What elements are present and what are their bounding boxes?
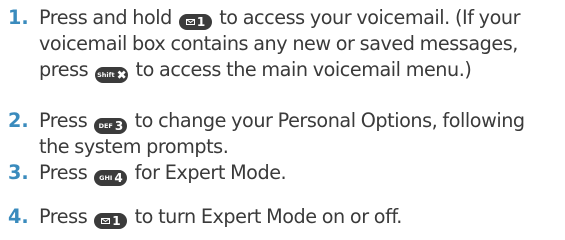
step-line: Press GHI 4 for Expert Mode. xyxy=(39,160,287,187)
key-3-button: DEF 3 xyxy=(94,118,128,135)
key-sub-label: DEF xyxy=(98,122,113,130)
envelope-icon xyxy=(101,218,111,224)
key-sub-label: GHI xyxy=(99,174,113,182)
step-3: 3. Press GHI 4 for Expert Mode. xyxy=(0,160,287,187)
step-number: 4. xyxy=(8,205,29,228)
key-4-button: GHI 4 xyxy=(94,170,128,187)
step-text: Press xyxy=(39,161,88,184)
step-number: 2. xyxy=(8,109,29,132)
step-number: 1. xyxy=(8,6,29,29)
step-text: for Expert Mode. xyxy=(134,161,287,184)
step-line: Press DEF 3 to change your Personal Optio… xyxy=(39,108,526,135)
step-text: press xyxy=(39,58,89,81)
key-main-label: 3 xyxy=(114,119,124,134)
step-text: Press and hold xyxy=(39,6,172,29)
step-line: press Shift ✖ to access the main voicemai… xyxy=(39,57,520,84)
step-text: Press xyxy=(39,109,88,132)
key-main-label: 4 xyxy=(114,171,123,186)
step-4: 4. Press 1 to turn Expert Mode on or off… xyxy=(0,204,402,230)
key-shift-x-button: Shift ✖ xyxy=(95,67,129,84)
step-line: the system prompts. xyxy=(39,135,229,159)
step-line: Press and hold 1 to access your voicemai… xyxy=(39,5,520,31)
step-line: Press 1 to turn Expert Mode on or off. xyxy=(39,204,402,230)
envelope-icon xyxy=(185,19,195,25)
step-text: to access your voicemail. (If your xyxy=(219,6,521,29)
step-text: to turn Expert Mode on or off. xyxy=(134,205,403,228)
shift-x-icon: ✖ xyxy=(116,68,127,83)
step-text: to access the main voicemail menu.) xyxy=(135,58,472,81)
key-main-label: 1 xyxy=(112,214,121,228)
step-line: voicemail box contains any new or saved … xyxy=(39,32,518,55)
key-sub-label: Shift xyxy=(97,71,115,79)
step-text: Press xyxy=(39,205,88,228)
step-number: 3. xyxy=(8,161,29,184)
key-1-button: 1 xyxy=(179,14,213,30)
key-1-button: 1 xyxy=(94,213,128,229)
step-1: 1. Press and hold 1 to access your voice… xyxy=(0,5,520,84)
key-main-label: 1 xyxy=(196,15,206,29)
step-text: to change your Personal Options, followi… xyxy=(134,109,526,132)
step-2: 2. Press DEF 3 to change your Personal Op… xyxy=(0,108,525,160)
